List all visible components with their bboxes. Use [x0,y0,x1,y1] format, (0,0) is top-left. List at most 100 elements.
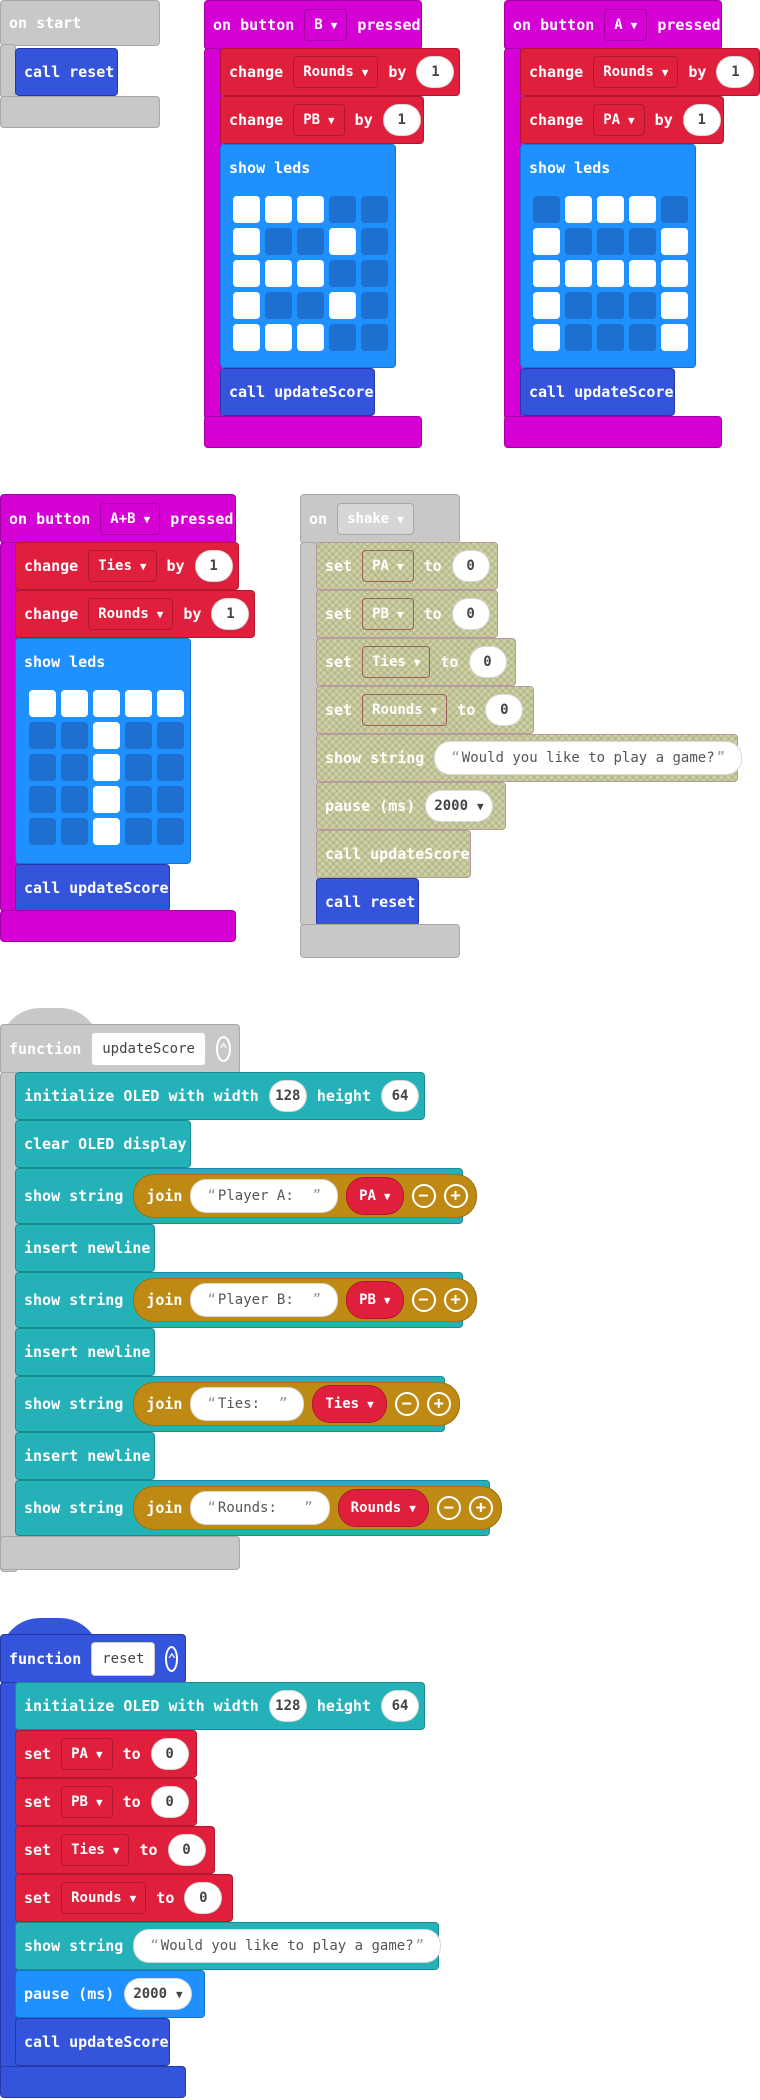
led-off[interactable] [29,786,56,813]
led-off[interactable] [265,228,292,255]
string-input[interactable]: “Rounds: ” [190,1491,330,1525]
led-on[interactable] [297,260,324,287]
pause-block[interactable]: pause (ms) 2000 ▼ [15,1970,205,2018]
string-input[interactable]: “Would you like to play a game?” [133,1929,442,1963]
set-ties-block[interactable]: set Ties ▼ to 0 [15,1826,215,1874]
height-input[interactable]: 64 [381,1080,419,1112]
change-value[interactable]: 1 [194,550,233,582]
led-on[interactable] [661,324,688,351]
led-grid[interactable] [29,690,184,845]
variable-dropdown[interactable]: PB ▼ [346,1281,404,1319]
plus-icon[interactable]: + [426,1392,451,1416]
led-on[interactable] [61,690,88,717]
change-rounds-block[interactable]: change Rounds ▼ by 1 [220,48,460,96]
chevron-up-icon[interactable]: ⌃ [215,1036,231,1062]
minus-icon[interactable]: − [411,1184,436,1208]
change-pa-block[interactable]: change PA ▼ by 1 [520,96,724,144]
led-on[interactable] [597,196,624,223]
led-on[interactable] [661,228,688,255]
variable-dropdown[interactable]: PA ▼ [593,104,645,136]
function-updatescore-hat[interactable]: function updateScore ⌃ [0,1024,240,1074]
variable-dropdown[interactable]: Rounds ▼ [593,56,679,88]
plus-icon[interactable]: + [443,1288,468,1312]
set-rounds-block[interactable]: set Rounds ▼ to 0 [15,1874,233,1922]
led-off[interactable] [125,786,152,813]
variable-dropdown[interactable]: PA ▼ [346,1177,404,1215]
led-on[interactable] [29,690,56,717]
led-off[interactable] [61,818,88,845]
show-string-join-block[interactable]: show string join “Rounds: ” Rounds ▼ − + [15,1480,502,1536]
variable-dropdown[interactable]: Ties ▼ [61,1834,130,1866]
change-value[interactable]: 1 [682,104,721,136]
set-value[interactable]: 0 [451,550,490,582]
led-off[interactable] [597,292,624,319]
led-grid[interactable] [533,196,688,351]
show-string-block[interactable]: show string “Would you like to play a ga… [15,1922,442,1970]
function-name-input[interactable]: updateScore [91,1032,206,1066]
variable-dropdown[interactable]: PB ▼ [293,104,345,136]
led-on[interactable] [565,196,592,223]
led-off[interactable] [29,754,56,781]
led-off[interactable] [533,196,560,223]
set-pa-block[interactable]: set PA ▼ to 0 [15,1730,197,1778]
led-off[interactable] [29,722,56,749]
led-on[interactable] [533,324,560,351]
change-rounds-block[interactable]: change Rounds ▼ by 1 [15,590,255,638]
on-shake-hat[interactable]: on shake ▼ [300,494,460,544]
led-off[interactable] [361,260,388,287]
insert-newline-block[interactable]: insert newline [15,1328,155,1376]
led-off[interactable] [265,292,292,319]
oled-init-block[interactable]: initialize OLED with width 128 height 64 [15,1682,425,1730]
call-reset-block[interactable]: call reset [15,48,118,96]
led-on[interactable] [329,228,356,255]
set-value[interactable]: 0 [485,694,524,726]
button-dropdown[interactable]: A ▼ [604,9,648,41]
call-updatescore-block[interactable]: call updateScore [15,2018,170,2066]
led-on[interactable] [533,228,560,255]
led-off[interactable] [565,292,592,319]
led-on[interactable] [233,292,260,319]
led-off[interactable] [629,228,656,255]
variable-dropdown[interactable]: Ties ▼ [362,646,431,678]
change-value[interactable]: 1 [416,56,455,88]
string-input[interactable]: “Player B: ” [190,1283,339,1317]
led-off[interactable] [157,786,184,813]
variable-dropdown[interactable]: PB ▼ [61,1786,113,1818]
led-on[interactable] [533,260,560,287]
variable-dropdown[interactable]: PA ▼ [61,1738,113,1770]
call-updatescore-block[interactable]: call updateScore [520,368,675,416]
led-off[interactable] [61,722,88,749]
function-reset-hat[interactable]: function reset ⌃ [0,1634,186,1684]
led-off[interactable] [125,754,152,781]
set-value[interactable]: 0 [451,598,490,630]
insert-newline-block[interactable]: insert newline [15,1432,155,1480]
led-off[interactable] [361,228,388,255]
led-grid[interactable] [233,196,388,351]
set-value[interactable]: 0 [468,646,507,678]
oled-init-block[interactable]: initialize OLED with width 128 height 64 [15,1072,425,1120]
variable-dropdown[interactable]: PA ▼ [362,550,414,582]
led-on[interactable] [297,196,324,223]
variable-dropdown[interactable]: Rounds ▼ [293,56,379,88]
call-updatescore-block[interactable]: call updateScore [15,864,170,912]
set-rounds-block[interactable]: set Rounds ▼ to 0 [316,686,534,734]
button-dropdown[interactable]: A+B ▼ [100,503,161,535]
led-off[interactable] [125,722,152,749]
set-pa-block[interactable]: set PA ▼ to 0 [316,542,498,590]
led-off[interactable] [565,228,592,255]
led-on[interactable] [93,754,120,781]
show-string-join-block[interactable]: show string join “Ties: ” Ties ▼ − + [15,1376,460,1432]
led-on[interactable] [93,722,120,749]
led-off[interactable] [629,292,656,319]
led-off[interactable] [565,324,592,351]
set-ties-block[interactable]: set Ties ▼ to 0 [316,638,516,686]
led-on[interactable] [93,786,120,813]
led-off[interactable] [329,196,356,223]
chevron-up-icon[interactable]: ⌃ [165,1646,179,1672]
led-on[interactable] [533,292,560,319]
gesture-dropdown[interactable]: shake ▼ [337,503,414,535]
button-dropdown[interactable]: B ▼ [304,9,348,41]
height-input[interactable]: 64 [381,1690,419,1722]
pause-dropdown[interactable]: 2000 ▼ [425,790,493,822]
led-on[interactable] [265,196,292,223]
